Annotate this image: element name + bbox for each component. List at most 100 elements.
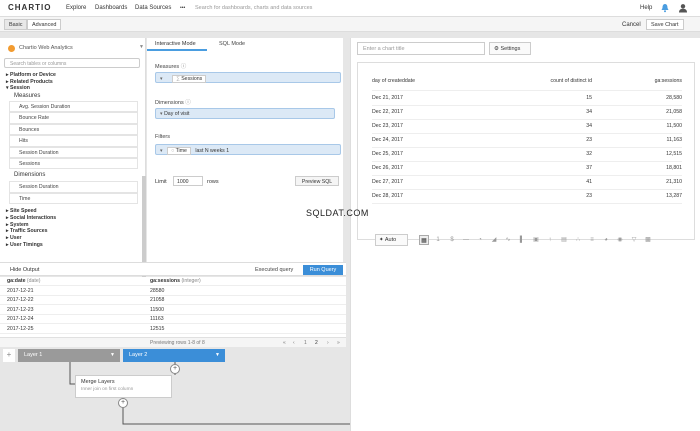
- field-sessions[interactable]: Sessions: [9, 158, 138, 170]
- column-type: (date): [26, 278, 41, 284]
- help-link[interactable]: Help: [640, 5, 652, 11]
- layer-2-tab[interactable]: Layer 2 ▼: [123, 349, 225, 362]
- chart-table: day of createddate count of distinct id …: [357, 62, 695, 240]
- table-search-input[interactable]: Search tables or columns: [4, 58, 140, 68]
- tree-node[interactable]: ▸ Site Speed: [4, 208, 138, 215]
- gear-icon: ⚙: [494, 46, 499, 52]
- limit-input[interactable]: 1000: [173, 176, 203, 186]
- tree-node[interactable]: ▸ User: [4, 235, 138, 242]
- tree-node[interactable]: ▸ System: [4, 222, 138, 229]
- page-2-button[interactable]: 2: [315, 340, 318, 346]
- globe-icon[interactable]: ◉: [615, 235, 625, 245]
- rows-label: rows: [207, 179, 219, 185]
- chevron-down-icon[interactable]: ▼: [110, 352, 115, 358]
- text-icon[interactable]: —: [461, 235, 471, 245]
- line-chart-icon[interactable]: ∿: [503, 235, 513, 245]
- filter-pill-time[interactable]: ▾ ○ Time last N weeks 1: [155, 144, 341, 155]
- hide-output-button[interactable]: Hide Output: [10, 267, 39, 273]
- limit-label: Limit: [155, 179, 167, 185]
- table-chart-icon[interactable]: ▦: [419, 235, 429, 245]
- advanced-mode-button[interactable]: Advanced: [27, 19, 62, 30]
- run-query-button[interactable]: Run Query: [303, 264, 343, 275]
- gauge-icon[interactable]: ◔: [475, 235, 485, 245]
- chartio-logo[interactable]: CHARTIO: [8, 3, 51, 12]
- preview-sql-button[interactable]: Preview SQL: [295, 176, 339, 186]
- merge-layers-step[interactable]: Merge Layers Inner join on first column: [75, 375, 172, 398]
- chart-title-input[interactable]: Enter a chart title: [357, 42, 485, 55]
- add-layer-plus-icon[interactable]: +: [170, 364, 180, 374]
- bar-chart-icon[interactable]: ▌: [517, 235, 527, 245]
- field-session-duration[interactable]: Session Duration: [9, 146, 138, 159]
- first-page-button[interactable]: «: [283, 340, 286, 346]
- chevron-down-icon: ▼: [139, 44, 144, 50]
- global-search-input[interactable]: Search for dashboards, charts and data s…: [195, 5, 312, 11]
- chevron-down-icon[interactable]: ▾: [160, 111, 163, 117]
- tree-node[interactable]: ▸ Traffic Sources: [4, 228, 138, 235]
- sum-icon: ∑: [176, 76, 180, 82]
- user-avatar-icon[interactable]: [678, 3, 688, 13]
- nav-more-icon[interactable]: •••: [180, 5, 185, 11]
- tree-node-session[interactable]: ▾ Session: [4, 85, 138, 92]
- nav-data-sources[interactable]: Data Sources: [135, 5, 171, 11]
- tree-node[interactable]: ▸ User Timings: [4, 242, 138, 249]
- add-step-plus-icon[interactable]: +: [118, 398, 128, 408]
- field-bounces[interactable]: Bounces: [9, 123, 138, 136]
- chevron-down-icon[interactable]: ▼: [215, 352, 220, 358]
- page-1-button[interactable]: 1: [304, 340, 307, 346]
- filter-field[interactable]: ○ Time: [167, 147, 191, 155]
- tab-sql-mode[interactable]: SQL Mode: [211, 38, 261, 51]
- executed-query-link[interactable]: Executed query: [255, 267, 293, 273]
- dimension-pill-day-of-visit[interactable]: ▾ Day of visit: [155, 108, 335, 119]
- table-row: Dec 26, 2017 37 18,801: [372, 162, 682, 176]
- data-source-selector[interactable]: Chartio Web Analytics ▼: [4, 41, 144, 52]
- settings-button[interactable]: ⚙ Settings: [489, 42, 531, 55]
- column-chart-icon[interactable]: ▣: [531, 235, 541, 245]
- add-layer-button[interactable]: +: [3, 349, 15, 362]
- nav-explore[interactable]: Explore: [66, 5, 86, 11]
- image-icon[interactable]: ▩: [643, 235, 653, 245]
- tree-node[interactable]: ▸ Related Products: [4, 79, 138, 86]
- mode-bar: Basic Advanced Cancel Save Chart: [0, 17, 700, 32]
- nav-dashboards[interactable]: Dashboards: [95, 5, 127, 11]
- basic-mode-button[interactable]: Basic: [4, 19, 28, 30]
- table-row: 2017-12-23 11500: [0, 306, 346, 315]
- field-bounce-rate[interactable]: Bounce Rate: [9, 112, 138, 124]
- area-chart-icon[interactable]: ◢: [489, 235, 499, 245]
- auto-chart-button[interactable]: ✦ Auto: [375, 234, 408, 246]
- filter-icon[interactable]: ▽: [629, 235, 639, 245]
- last-page-button[interactable]: »: [337, 340, 340, 346]
- notification-icon[interactable]: [660, 3, 670, 13]
- filters-label: Filters: [155, 134, 170, 140]
- field-session-duration-dim[interactable]: Session Duration: [9, 181, 138, 193]
- help-icon[interactable]: ⓘ: [181, 64, 187, 70]
- measure-dropzone[interactable]: ▾ ∑ Sessions: [155, 72, 341, 83]
- funnel-icon[interactable]: ↑: [545, 235, 555, 245]
- results-toolbar: Hide Output Executed query Run Query: [0, 262, 346, 276]
- dimensions-section-label: Dimensions: [14, 172, 46, 179]
- layer-1-tab[interactable]: Layer 1 ▼: [18, 349, 120, 362]
- table-row: 2017-12-22 21058: [0, 296, 346, 306]
- field-avg-session-duration[interactable]: Avg. Session Duration: [9, 101, 138, 113]
- next-page-button[interactable]: ›: [327, 340, 329, 346]
- cancel-button[interactable]: Cancel: [622, 22, 641, 28]
- chevron-down-icon[interactable]: ▾: [160, 76, 163, 82]
- measure-pill-sessions[interactable]: ∑ Sessions: [172, 75, 207, 83]
- sankey-icon[interactable]: ≡: [587, 235, 597, 245]
- pie-chart-icon[interactable]: ◕: [601, 235, 611, 245]
- help-icon[interactable]: ⓘ: [185, 100, 191, 106]
- single-value-icon[interactable]: 1: [433, 235, 443, 245]
- scatter-icon[interactable]: ∴: [573, 235, 583, 245]
- save-chart-button[interactable]: Save Chart: [646, 19, 684, 30]
- field-hits[interactable]: Hits: [9, 135, 138, 147]
- tree-node[interactable]: ▸ Platform or Device: [4, 72, 138, 79]
- prev-page-button[interactable]: ‹: [293, 340, 295, 346]
- tree-node[interactable]: ▸ Social Interactions: [4, 215, 138, 222]
- currency-icon[interactable]: $: [447, 235, 457, 245]
- chevron-down-icon[interactable]: ▾: [160, 148, 163, 154]
- tab-interactive-mode[interactable]: Interactive Mode: [147, 38, 207, 51]
- data-source-icon: [8, 45, 15, 52]
- data-source-name: Chartio Web Analytics: [19, 45, 73, 51]
- field-time[interactable]: Time: [9, 192, 138, 205]
- stacked-bar-icon[interactable]: ▤: [559, 235, 569, 245]
- table-row: Dec 22, 2017 34 21,058: [372, 106, 682, 120]
